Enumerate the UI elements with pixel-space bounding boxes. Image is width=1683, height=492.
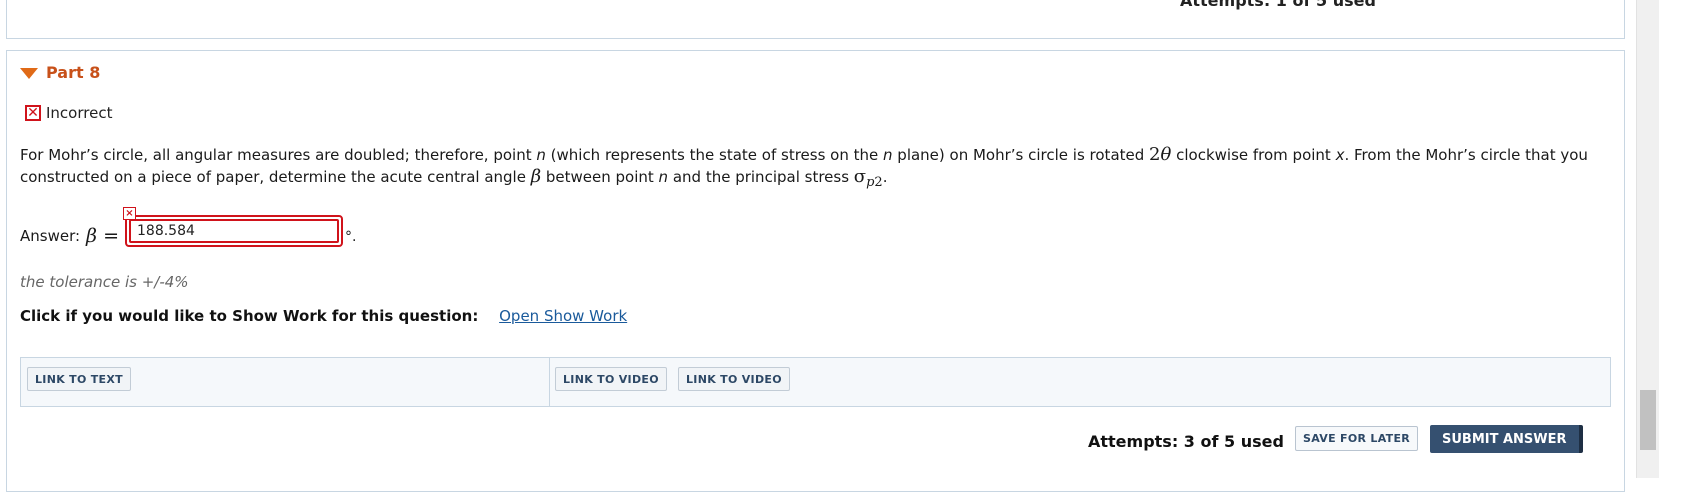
var-n: n — [536, 146, 546, 164]
question-text: For Mohr’s circle, all angular measures … — [20, 144, 1620, 193]
question-fragment: (which represents the state of stress on… — [545, 146, 884, 164]
question-fragment: plane) on Mohr’s circle is rotated — [892, 146, 1150, 164]
question-fragment: . — [882, 168, 888, 186]
math-sigma: σ — [853, 166, 867, 187]
degree-unit: °. — [345, 229, 357, 245]
part-8-header[interactable]: Part 8 — [20, 63, 100, 82]
resource-links-box: LINK TO TEXT LINK TO VIDEO LINK TO VIDEO — [20, 357, 1611, 407]
show-work-prompt: Click if you would like to Show Work for… — [20, 307, 479, 325]
link-to-video-button-1[interactable]: LINK TO VIDEO — [555, 367, 667, 391]
var-n: n — [658, 168, 669, 186]
tolerance-text: the tolerance is +/-4% — [20, 273, 189, 291]
answer-input-wrapper: × — [123, 207, 343, 247]
input-error-icon: × — [123, 207, 136, 220]
previous-part-panel — [6, 0, 1625, 39]
answer-equals: = — [97, 225, 119, 247]
scrollbar-thumb[interactable] — [1640, 390, 1656, 450]
attempts-text: Attempts: 3 of 5 used — [1088, 432, 1284, 451]
links-divider — [549, 358, 550, 406]
answer-beta: β — [86, 225, 98, 247]
status-text: Incorrect — [46, 104, 113, 122]
question-fragment: clockwise from point — [1171, 146, 1336, 164]
math-two: 2 — [1149, 144, 1161, 165]
math-theta: θ — [1160, 144, 1172, 165]
answer-status: ✕ Incorrect — [25, 104, 112, 122]
part-title: Part 8 — [46, 63, 101, 82]
show-work-row: Click if you would like to Show Work for… — [20, 307, 627, 325]
question-fragment: and the principal stress — [668, 168, 854, 186]
answer-row: Answer: β = × °. — [20, 207, 357, 247]
link-to-video-button-2[interactable]: LINK TO VIDEO — [678, 367, 790, 391]
answer-label: Answer: — [20, 227, 81, 245]
math-sub-2: 2 — [874, 175, 883, 190]
submit-answer-button[interactable]: SUBMIT ANSWER — [1430, 425, 1583, 453]
link-to-text-button[interactable]: LINK TO TEXT — [27, 367, 131, 391]
save-for-later-button[interactable]: SAVE FOR LATER — [1295, 426, 1419, 451]
question-fragment: For Mohr’s circle, all angular measures … — [20, 146, 537, 164]
open-show-work-link[interactable]: Open Show Work — [499, 307, 627, 325]
x-icon: ✕ — [25, 105, 41, 121]
vertical-scrollbar[interactable] — [1636, 0, 1659, 478]
previous-attempts-text: Attempts: 1 of 5 used — [1180, 0, 1376, 10]
var-n: n — [883, 146, 893, 164]
collapse-triangle-icon[interactable] — [20, 68, 38, 79]
question-fragment: between point — [541, 168, 659, 186]
math-beta: β — [530, 166, 542, 187]
answer-equation: β = — [86, 225, 119, 247]
answer-input[interactable] — [129, 219, 339, 243]
